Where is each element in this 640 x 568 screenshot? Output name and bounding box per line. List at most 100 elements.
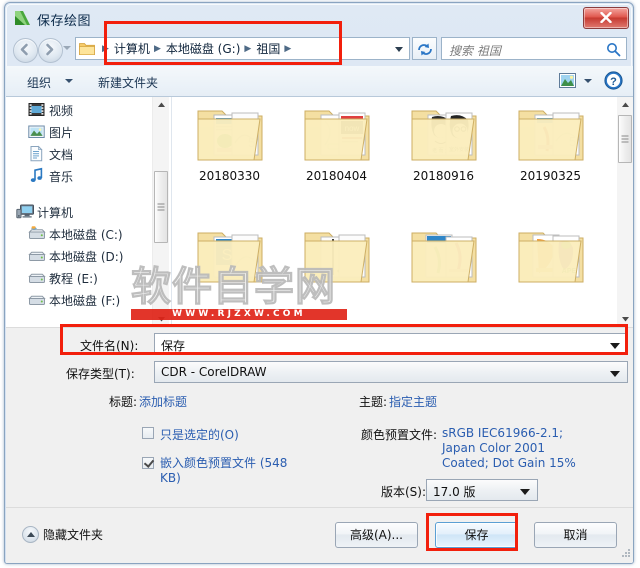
folder-name: 20180330 xyxy=(198,169,261,183)
help-icon[interactable]: ? xyxy=(604,71,623,93)
breadcrumb-item-1[interactable]: 本地磁盘 (G:) xyxy=(166,40,241,57)
window-title: 保存绘图 xyxy=(37,14,92,29)
collapse-arrow-icon xyxy=(22,526,39,543)
version-select[interactable]: 17.0 版 xyxy=(426,479,538,501)
sidebar-item-videos[interactable]: 视频 xyxy=(6,99,171,120)
scrollbar-thumb[interactable] xyxy=(618,115,632,163)
specify-subject-link[interactable]: 指定主题 xyxy=(389,393,437,410)
version-value: 17.0 版 xyxy=(433,485,476,499)
embed-profile-checkbox-row[interactable]: 嵌入颜色预置文件 (548 KB) xyxy=(142,456,302,488)
organize-chevron-down-icon[interactable] xyxy=(65,79,73,83)
sidebar-item-music[interactable]: 音乐 xyxy=(6,165,171,186)
address-dropdown-chevron-down-icon[interactable] xyxy=(395,47,403,52)
computer-icon xyxy=(16,203,34,220)
folder-icon xyxy=(299,225,375,289)
list-item[interactable]: APE xyxy=(497,225,604,291)
forward-button[interactable] xyxy=(38,38,63,63)
search-icon xyxy=(606,42,621,60)
system-drive-icon xyxy=(28,225,46,242)
folder-icon: S xyxy=(192,225,268,289)
folder-name: 20190325 xyxy=(519,169,582,183)
folder-icon: 5 xyxy=(192,103,268,167)
dialog-footer: 隐藏文件夹 高级(A)... 保存 取消 xyxy=(6,507,633,563)
subject-label: 主题: xyxy=(359,395,388,409)
breadcrumb-item-2[interactable]: 祖国 xyxy=(256,40,280,57)
only-selected-checkbox[interactable] xyxy=(142,427,154,439)
save-options-panel: 文件名(N): 保存 保存类型(T): CDR - CorelDRAW 标题: … xyxy=(6,327,633,507)
breadcrumb-item-0[interactable]: 计算机 xyxy=(114,40,150,57)
version-chevron-down-icon[interactable] xyxy=(520,489,530,495)
sidebar-item-drive-d[interactable]: 本地磁盘 (D:) xyxy=(6,245,171,266)
address-bar-row: ▶ 计算机 ▶ 本地磁盘 (G:) ▶ 祖国 ▶ 搜索 祖国 xyxy=(5,33,633,66)
view-mode-icon[interactable] xyxy=(559,73,576,91)
scrollbar-thumb[interactable] xyxy=(154,171,168,243)
sidebar-item-label: 音乐 xyxy=(49,170,74,184)
recent-locations-chevron-down-icon[interactable] xyxy=(63,46,71,50)
list-item[interactable]: 5 20190325 xyxy=(497,103,604,183)
navigation-pane-scrollbar[interactable] xyxy=(152,97,169,327)
back-button[interactable] xyxy=(13,38,38,63)
scrollbar-grip xyxy=(157,203,165,211)
savetype-select[interactable]: CDR - CorelDRAW xyxy=(154,361,628,383)
close-button[interactable] xyxy=(583,7,629,29)
embed-profile-label: 嵌入颜色预置文件 (548 KB) xyxy=(160,456,288,485)
color-profile-label: 颜色预置文件: xyxy=(361,428,438,442)
breadcrumb-separator: ▶ xyxy=(153,43,161,54)
scroll-up-arrow-icon[interactable] xyxy=(617,97,633,114)
sidebar-item-label: 视频 xyxy=(49,104,74,118)
folder-icon: now xyxy=(299,103,375,167)
cancel-button[interactable]: 取消 xyxy=(534,522,617,548)
sidebar-item-drive-c[interactable]: 本地磁盘 (C:) xyxy=(6,223,171,244)
scroll-up-arrow-icon[interactable] xyxy=(153,97,169,114)
sidebar-item-drive-f[interactable]: 本地磁盘 (F:) xyxy=(6,289,171,310)
only-selected-label: 只是选定的(O) xyxy=(160,428,239,442)
add-title-link[interactable]: 添加标题 xyxy=(139,393,187,410)
view-mode-chevron-down-icon[interactable] xyxy=(584,79,592,83)
savetype-label: 保存类型(T): xyxy=(66,367,135,381)
savetype-value: CDR - CorelDRAW xyxy=(161,365,267,379)
list-item[interactable] xyxy=(283,225,390,291)
resize-grip[interactable] xyxy=(620,547,631,561)
list-item[interactable]: S xyxy=(176,225,283,291)
search-input[interactable]: 搜索 祖国 xyxy=(441,37,627,60)
sidebar-item-documents[interactable]: 文档 xyxy=(6,143,171,164)
filename-chevron-down-icon[interactable] xyxy=(610,343,620,349)
list-item[interactable]: now 20180404 xyxy=(283,103,390,183)
coreldraw-icon xyxy=(14,10,31,27)
folder-icon: 老 而 大 室外安装 xyxy=(406,103,482,167)
save-button[interactable]: 保存 xyxy=(435,522,518,548)
sidebar-item-drive-e[interactable]: 教程 (E:) xyxy=(6,267,171,288)
file-list[interactable]: 5 20180330 xyxy=(172,97,617,327)
list-item[interactable]: 5 20180330 xyxy=(176,103,283,183)
sidebar-item-pictures[interactable]: 图片 xyxy=(6,121,171,142)
filename-input[interactable]: 保存 xyxy=(154,333,628,355)
sidebar-item-computer[interactable]: 计算机 xyxy=(6,201,171,222)
folder-icon xyxy=(79,41,95,56)
pictures-icon xyxy=(28,123,45,140)
breadcrumb-separator: ▶ xyxy=(284,43,292,54)
drive-icon xyxy=(28,269,46,286)
list-item[interactable] xyxy=(390,225,497,291)
title-bar: 保存绘图 xyxy=(5,3,633,33)
advanced-button[interactable]: 高级(A)... xyxy=(335,522,418,548)
breadcrumb[interactable]: ▶ 计算机 ▶ 本地磁盘 (G:) ▶ 祖国 ▶ xyxy=(98,38,387,59)
music-icon xyxy=(28,167,45,184)
organize-button[interactable]: 组织 xyxy=(27,74,51,91)
list-item[interactable]: 老 而 大 室外安装 20180916 xyxy=(390,103,497,183)
drive-icon xyxy=(28,247,46,264)
scroll-down-arrow-icon[interactable] xyxy=(153,310,169,327)
savetype-chevron-down-icon[interactable] xyxy=(610,371,620,377)
only-selected-checkbox-row[interactable]: 只是选定的(O) xyxy=(142,426,292,442)
new-folder-button[interactable]: 新建文件夹 xyxy=(98,74,158,91)
navigation-pane[interactable]: 视频 图片 文档 音乐 计算机 本地磁盘 (C:) 本地磁盘 (D:) 教程 (… xyxy=(6,97,172,327)
folder-name: 20180916 xyxy=(412,169,475,183)
embed-profile-checkbox[interactable] xyxy=(142,457,154,469)
color-profile-line-2: Coated; Dot Gain 15% xyxy=(442,456,576,470)
video-icon xyxy=(28,101,45,118)
sidebar-item-label: 本地磁盘 (F:) xyxy=(49,294,121,308)
refresh-button[interactable] xyxy=(412,37,437,60)
search-placeholder: 搜索 祖国 xyxy=(449,44,501,58)
address-bar[interactable]: ▶ 计算机 ▶ 本地磁盘 (G:) ▶ 祖国 ▶ xyxy=(75,37,410,60)
scroll-down-arrow-icon[interactable] xyxy=(617,310,633,327)
file-list-scrollbar[interactable] xyxy=(617,97,633,327)
